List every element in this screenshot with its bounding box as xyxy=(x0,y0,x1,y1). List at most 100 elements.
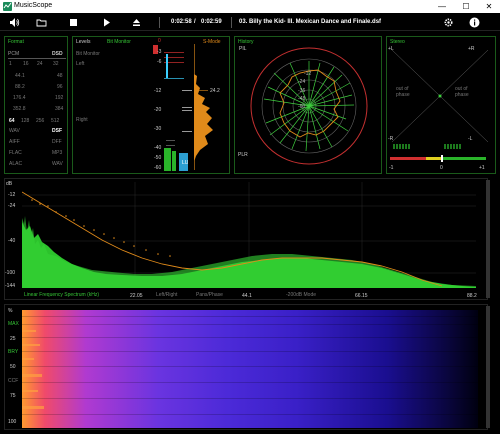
fmt-aiff: AIFF xyxy=(9,139,20,145)
app-logo-icon xyxy=(3,2,12,11)
rate-48: 48 xyxy=(57,73,63,79)
window-title: MusicScope xyxy=(14,2,53,9)
history-ring-12: -12 xyxy=(304,71,312,77)
play-icon[interactable] xyxy=(101,17,112,28)
toolbar-separator xyxy=(159,17,160,28)
meter-tick-6: -6 xyxy=(157,59,162,65)
fmt-wav: WAV xyxy=(9,128,20,134)
meter-tick-40: -40 xyxy=(154,145,162,151)
spectrum-freq-22: 22.05 xyxy=(130,293,143,299)
pcm-bits-32: 32 xyxy=(53,61,59,67)
volume-icon[interactable] xyxy=(9,17,20,28)
format-dsd: DSD xyxy=(52,51,63,57)
stereo-goniometer xyxy=(390,49,489,162)
pcm-bits-16: 16 xyxy=(23,61,29,67)
dsd-128: 128 xyxy=(21,118,30,124)
spectrum-db-100: -100 xyxy=(5,270,16,276)
stereo-scale-left: -1 xyxy=(389,165,394,171)
spectrum-pp-label[interactable]: Pans/Phase xyxy=(196,292,223,298)
rate-44-1: 44.1 xyxy=(15,73,25,79)
meter-tick-3: -3 xyxy=(157,49,162,55)
history-pil: PIL xyxy=(239,46,247,52)
rate-96: 96 xyxy=(57,84,63,90)
meter-tick-20: -20 xyxy=(154,107,162,113)
meter-tick-50: -50 xyxy=(154,155,162,161)
info-icon[interactable] xyxy=(469,17,480,28)
spectrum-mode-label[interactable]: Linear Frequency Spectrum (kHz) xyxy=(24,292,99,298)
spectrogram-pct: % xyxy=(8,308,13,314)
frequency-spectrum xyxy=(22,182,476,288)
spectrum-db-12: -12 xyxy=(8,192,16,198)
window-titlebar: MusicScope — ☐ ✕ xyxy=(0,0,500,13)
track-name: 03. Billy the Kid- III. Mexican Dance an… xyxy=(239,19,382,25)
time-separator: / xyxy=(194,19,196,25)
spectrogram-max: MAX xyxy=(8,321,19,327)
rate-352-8: 352.8 xyxy=(13,106,26,112)
meter-tick-0: 0 xyxy=(158,38,161,44)
fmt-mp3: MP3 xyxy=(52,150,63,156)
spectrogram-25: 25 xyxy=(10,336,16,342)
format-divider xyxy=(8,58,66,59)
spectrum-freq-44: 44.1 xyxy=(242,293,252,299)
rate-384: 384 xyxy=(55,106,64,112)
dsd-64: 64 xyxy=(9,118,15,124)
rate-176-4: 176.4 xyxy=(13,95,26,101)
spectrogram-50: 50 xyxy=(10,364,16,370)
spectrogram-100: 100 xyxy=(8,419,17,425)
gear-icon[interactable] xyxy=(443,17,454,28)
toolbar: 0:02:58 / 0:02:59 03. Billy the Kid- III… xyxy=(0,13,500,31)
spectrogram xyxy=(22,310,478,428)
levels-right-label: Right xyxy=(76,117,88,123)
spectrum-scrollbar[interactable] xyxy=(486,180,490,298)
meter-tick-30: -30 xyxy=(154,126,162,132)
meter-peak-value: 24.2 xyxy=(210,88,220,94)
close-button[interactable]: ✕ xyxy=(478,0,500,13)
dsd-512: 512 xyxy=(51,118,60,124)
spectrum-freq-66: 66.15 xyxy=(355,293,368,299)
stereo-scale-right: +1 xyxy=(479,165,485,171)
format-pcm: PCM xyxy=(8,51,20,57)
fmt-dsf: DSF xyxy=(52,128,62,134)
fmt-dff: DFF xyxy=(52,139,62,145)
spectrum-mode2-label[interactable]: -200dB Mode xyxy=(286,292,316,298)
history-ring-36: -36 xyxy=(298,88,306,94)
position-time: 0:02:58 xyxy=(171,19,192,25)
levels-title: Levels xyxy=(76,39,91,45)
history-ring-60: -60 xyxy=(298,104,306,110)
rate-192: 192 xyxy=(55,95,64,101)
meter-lu-label: LU xyxy=(182,160,189,166)
stop-icon[interactable] xyxy=(68,17,79,28)
meter-tick-12: -12 xyxy=(154,88,162,94)
level-meter xyxy=(153,44,213,171)
spectrum-db-unit: dB xyxy=(6,181,13,187)
levels-left-label: Left xyxy=(76,61,85,67)
levels-bitmonitor-label: Bit Monitor xyxy=(76,51,100,57)
pcm-bits-1: 1 xyxy=(9,61,12,67)
history-radar xyxy=(250,47,368,165)
meter-tick-60: -60 xyxy=(154,165,162,171)
fmt-flac: FLAC xyxy=(9,150,22,156)
spectrum-db-144: -144 xyxy=(5,283,16,289)
spectrogram-bry: BRY xyxy=(8,349,19,355)
levels-mode[interactable]: Bit Monitor xyxy=(107,39,131,45)
eject-icon[interactable] xyxy=(131,17,142,28)
fmt-wav2: WAV xyxy=(52,161,63,167)
spectrum-lr-label[interactable]: Left/Right xyxy=(156,292,177,298)
duration-time: 0:02:59 xyxy=(201,19,222,25)
spectrogram-75: 75 xyxy=(10,393,16,399)
history-ring-24: -24 xyxy=(298,79,306,85)
fmt-alac: ALAC xyxy=(9,161,23,167)
dsd-256: 256 xyxy=(36,118,45,124)
stereo-scale-mid: 0 xyxy=(440,165,443,171)
spectrum-db-24: -24 xyxy=(8,203,16,209)
pcm-bits-24: 24 xyxy=(37,61,43,67)
rate-88-2: 88.2 xyxy=(15,84,25,90)
spectrogram-ccf: CCF xyxy=(8,378,19,384)
toolbar-separator xyxy=(231,17,232,28)
spectrum-db-40: -40 xyxy=(8,238,16,244)
maximize-button[interactable]: ☐ xyxy=(455,0,477,13)
spectrogram-scrollbar[interactable] xyxy=(486,306,490,428)
history-ring-48: -48 xyxy=(298,96,306,102)
minimize-button[interactable]: — xyxy=(431,0,453,13)
open-folder-icon[interactable] xyxy=(36,17,47,28)
